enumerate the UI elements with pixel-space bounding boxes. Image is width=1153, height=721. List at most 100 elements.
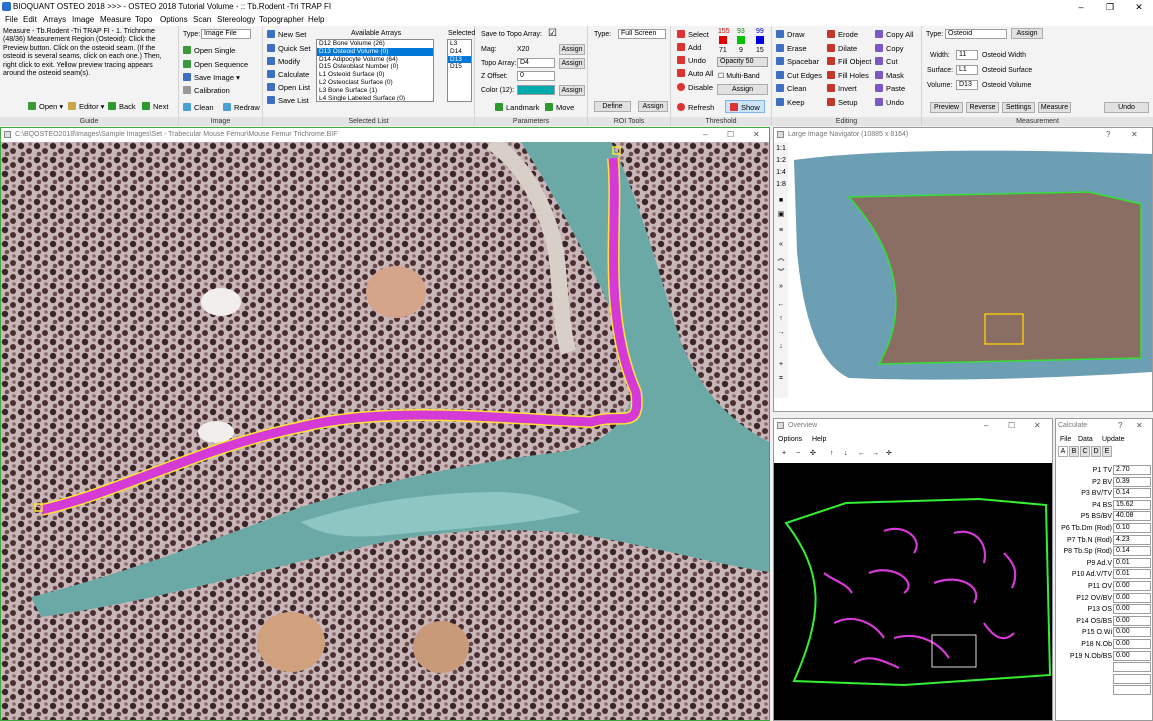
menu-options[interactable]: Options [160,15,188,24]
image-window-close[interactable]: ✕ [753,128,760,141]
available-array-item[interactable]: L1 Osteoid Surface (0) [317,71,433,79]
overview-maximize[interactable]: ☐ [1008,419,1015,432]
disable-button[interactable]: Disable [677,82,713,93]
image-window-minimize[interactable]: – [703,128,707,141]
next-button[interactable]: Next [142,101,168,112]
editing-erode-button[interactable]: Erode [827,29,858,40]
menu-file[interactable]: File [5,15,18,24]
right-icon[interactable]: → [776,328,786,338]
menu-topographer[interactable]: Topographer [259,15,304,24]
selected-arrays-list[interactable]: L3 D14 D13 D15 [447,39,472,102]
calc-tab-a[interactable]: A [1058,446,1068,457]
zoom-1-1[interactable]: 1:1 [776,144,786,154]
measure-button[interactable]: Measure [1038,102,1071,113]
opacity-select[interactable]: Opacity 50 [717,57,768,67]
down-icon[interactable]: ↓ [776,342,786,352]
available-array-item[interactable]: D12 Bone Volume (26) [317,40,433,48]
overview-minimize[interactable]: – [984,419,988,432]
calibration-button[interactable]: Calibration [183,85,230,96]
overview-canvas[interactable] [774,463,1052,720]
selected-array-item[interactable]: D13 [448,55,471,64]
editing-paste-button[interactable]: Paste [875,83,905,94]
editing-setup-button[interactable]: Setup [827,97,858,108]
auto-all-button[interactable]: Auto All [677,68,713,79]
redraw-button[interactable]: Redraw [223,102,260,113]
open-sequence-button[interactable]: Open Sequence [183,59,248,70]
pan-icon[interactable]: ✣ [810,449,816,458]
add-button[interactable]: Add [677,42,701,53]
measure-undo-button[interactable]: Undo [1104,102,1149,113]
measure-type-select[interactable]: Osteoid [945,29,1007,39]
roi-assign-button[interactable]: Assign [638,101,668,112]
available-array-item[interactable]: D15 Osteoblast Number (0) [317,63,433,71]
reverse-button[interactable]: Reverse [966,102,999,113]
roi-type-select[interactable]: Full Screen [618,29,666,39]
pan-up-icon[interactable]: ↑ [830,449,834,458]
zoom-1-2[interactable]: 1:2 [776,156,786,166]
menu-edit[interactable]: Edit [23,15,37,24]
volume-select[interactable]: D13 [956,80,978,90]
up-icon[interactable]: ↑ [776,314,786,324]
color-assign-button[interactable]: Assign [559,85,585,96]
define-button[interactable]: Define [594,101,631,112]
save-list-button[interactable]: Save List [267,95,309,106]
blue-swatch[interactable] [756,36,764,44]
editing-fill-holes-button[interactable]: Fill Holes [827,70,869,81]
zoom-1-4[interactable]: 1:4 [776,168,786,178]
menu-measure[interactable]: Measure [100,15,131,24]
editing-dilate-button[interactable]: Dilate [827,43,857,54]
editing-copy-button[interactable]: Copy [875,43,904,54]
selected-array-item[interactable]: D15 [448,63,471,71]
crop-icon[interactable]: ⌗ [776,374,786,384]
calc-menu-file[interactable]: File [1060,435,1071,444]
editing-invert-button[interactable]: Invert [827,83,857,94]
pan-right-icon[interactable]: → [872,449,879,458]
pan-down-icon[interactable]: ↓ [844,449,848,458]
overview-close[interactable]: ✕ [1034,419,1041,432]
calc-tab-b[interactable]: B [1069,446,1079,457]
close-button[interactable]: ✕ [1126,0,1152,14]
settings-button[interactable]: Settings [1002,102,1035,113]
editing-fill-object-button[interactable]: Fill Object [827,56,871,67]
clean-button[interactable]: Clean [183,102,214,113]
threshold-assign-button[interactable]: Assign [717,84,768,95]
navigator-thumbnail[interactable] [789,142,1152,400]
show-button[interactable]: Show [725,100,765,113]
calculate-close[interactable]: ✕ [1136,419,1143,432]
green-swatch[interactable] [737,36,745,44]
width-select[interactable]: 11 [956,50,978,60]
open-list-button[interactable]: Open List [267,82,310,93]
select-button[interactable]: Select [677,29,709,40]
crosshair-icon[interactable]: + [776,360,786,370]
frame-icon[interactable]: ▣ [776,210,786,220]
editing-mask-button[interactable]: Mask [875,70,904,81]
minimize-button[interactable]: – [1068,0,1094,14]
move-button[interactable]: Move [545,102,574,113]
selected-array-item[interactable]: L3 [448,40,471,48]
editing-cut-edges-button[interactable]: Cut Edges [776,70,822,81]
overview-menu-options[interactable]: Options [778,435,802,444]
left-icon[interactable]: ← [776,300,786,310]
available-array-item[interactable]: D13 Osteoid Volume (0) [317,47,433,56]
back-button[interactable]: Back [108,101,136,112]
editing-copy-all-button[interactable]: Copy All [875,29,914,40]
selected-array-item[interactable]: D14 [448,48,471,56]
zoom-in-icon[interactable]: + [782,449,786,458]
zoom-out-icon[interactable]: − [796,449,800,458]
editing-cut-button[interactable]: Cut [875,56,898,67]
fast-right-icon[interactable]: » [776,282,786,292]
navigator-help[interactable]: ? [1106,128,1110,141]
color-select[interactable] [517,85,555,95]
fast-down-icon[interactable]: ︾ [776,268,786,278]
available-arrays-list[interactable]: D12 Bone Volume (26) D13 Osteoid Volume (… [316,39,434,102]
save-topo-checkbox[interactable]: ☑ [548,28,557,39]
menu-arrays[interactable]: Arrays [43,15,66,24]
calc-tab-d[interactable]: D [1091,446,1101,457]
fast-left-icon[interactable]: « [776,240,786,250]
calc-menu-data[interactable]: Data [1078,435,1093,444]
center-icon[interactable]: ✛ [886,449,892,458]
surface-select[interactable]: L1 [956,65,978,75]
navigator-close[interactable]: ✕ [1131,128,1138,141]
new-set-button[interactable]: New Set [267,29,306,40]
available-array-item[interactable]: L3 Bone Surface (1) [317,87,433,95]
